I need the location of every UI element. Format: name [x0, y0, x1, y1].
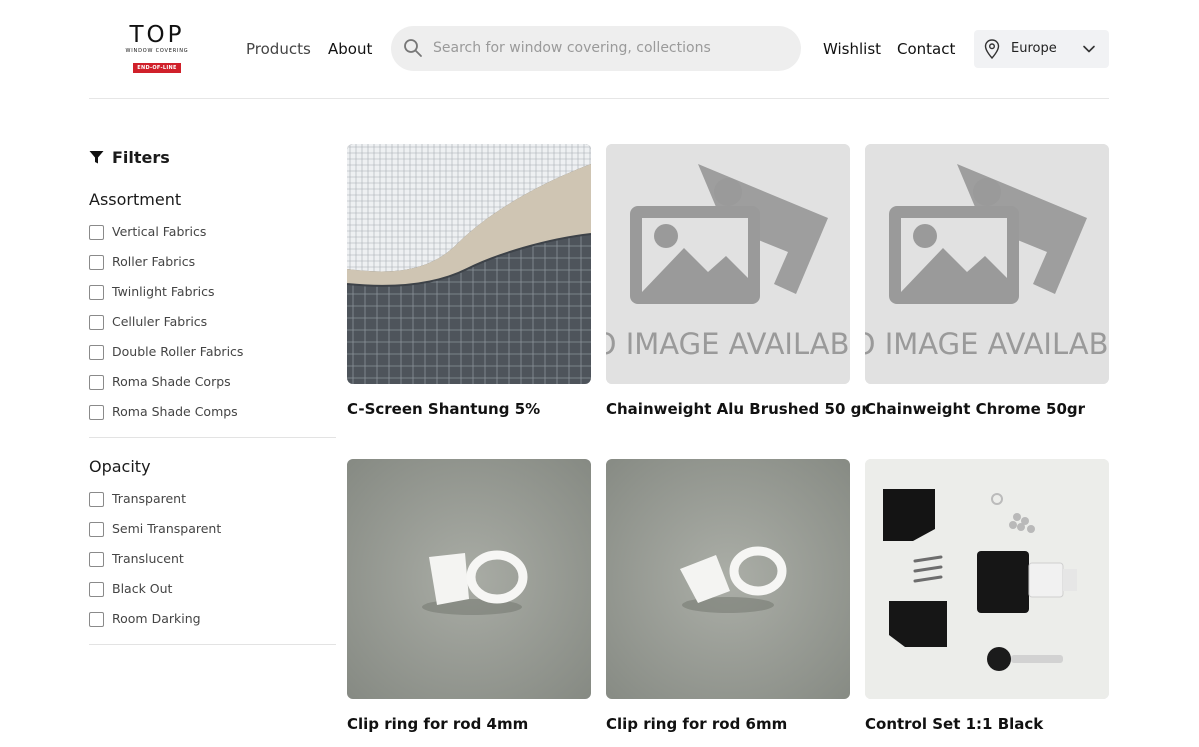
product-image[interactable]: [347, 144, 591, 384]
checkbox[interactable]: [89, 315, 104, 330]
checkbox[interactable]: [89, 375, 104, 390]
filter-divider: [89, 644, 336, 645]
fabric-photo: [347, 144, 591, 384]
logo-badge: END-OF-LINE: [133, 63, 181, 73]
logo-tagline: WINDOW COVERING: [125, 48, 189, 54]
nav-wishlist-link[interactable]: Wishlist: [823, 39, 881, 59]
checkbox[interactable]: [89, 522, 104, 537]
checkbox[interactable]: [89, 225, 104, 240]
filter-group-opacity-title: Opacity: [89, 457, 151, 476]
checkbox[interactable]: [89, 405, 104, 420]
control-set-photo: [865, 459, 1109, 699]
nav-products-link[interactable]: Products: [246, 39, 311, 59]
checkbox[interactable]: [89, 255, 104, 270]
nav-contact-link[interactable]: Contact: [897, 39, 955, 59]
product-name[interactable]: Control Set 1:1 Black: [865, 714, 1043, 734]
logo-wordmark: TOP: [129, 22, 185, 48]
filter-icon: [89, 151, 104, 164]
checkbox[interactable]: [89, 612, 104, 627]
product-name[interactable]: Clip ring for rod 4mm: [347, 714, 528, 734]
product-image[interactable]: NO IMAGE AVAILABLE: [865, 144, 1109, 384]
chevron-down-icon: [1083, 45, 1095, 53]
site-header: TOP WINDOW COVERING END-OF-LINE Products…: [0, 0, 1199, 99]
checkbox[interactable]: [89, 492, 104, 507]
product-name[interactable]: Chainweight Chrome 50gr: [865, 399, 1085, 419]
search-input[interactable]: Search for window covering, collections: [433, 39, 711, 57]
nav-about-link[interactable]: About: [328, 39, 372, 59]
filter-divider: [89, 437, 336, 438]
no-image-text: NO IMAGE AVAILABLE: [865, 327, 1109, 361]
search-bar[interactable]: Search for window covering, collections: [391, 26, 801, 71]
product-name[interactable]: C-Screen Shantung 5%: [347, 399, 540, 419]
filter-group-assortment-title: Assortment: [89, 190, 182, 209]
header-divider: [89, 98, 1109, 99]
checkbox[interactable]: [89, 345, 104, 360]
product-image[interactable]: [347, 459, 591, 699]
no-image-placeholder: NO IMAGE AVAILABLE: [865, 144, 1109, 384]
product-name[interactable]: Clip ring for rod 6mm: [606, 714, 787, 734]
region-select[interactable]: Europe: [974, 30, 1109, 68]
product-image[interactable]: NO IMAGE AVAILABLE: [606, 144, 850, 384]
search-icon: [404, 39, 422, 57]
brand-logo[interactable]: TOP WINDOW COVERING END-OF-LINE: [120, 22, 194, 73]
no-image-placeholder: NO IMAGE AVAILABLE: [606, 144, 850, 384]
location-pin-icon: [984, 39, 1000, 59]
checkbox[interactable]: [89, 582, 104, 597]
checkbox[interactable]: [89, 552, 104, 567]
region-label: Europe: [1011, 41, 1057, 56]
clip-ring-photo: [606, 459, 850, 699]
product-name[interactable]: Chainweight Alu Brushed 50 gr: [606, 399, 869, 419]
clip-ring-photo: [347, 459, 591, 699]
product-image[interactable]: [865, 459, 1109, 699]
product-image[interactable]: [606, 459, 850, 699]
no-image-text: NO IMAGE AVAILABLE: [606, 327, 850, 361]
checkbox[interactable]: [89, 285, 104, 300]
